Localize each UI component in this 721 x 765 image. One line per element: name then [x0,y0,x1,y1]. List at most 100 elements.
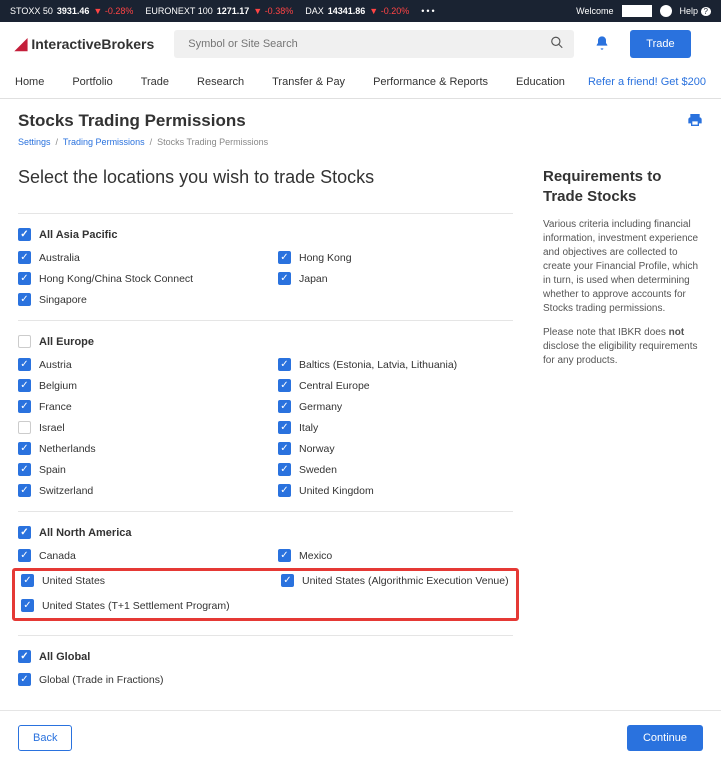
item-label: Austria [39,359,72,371]
checkbox[interactable] [278,484,291,497]
item-label: Italy [299,422,318,434]
nav-home[interactable]: Home [15,66,44,98]
list-item: Italy [278,421,513,434]
requirements-p1: Various criteria including financial inf… [543,218,703,316]
list-item: Netherlands [18,442,278,455]
checkbox-all-europe[interactable] [18,335,31,348]
back-button[interactable]: Back [18,725,72,751]
ticker-dax: DAX 14341.86 ▼ -0.20% [305,6,409,16]
checkbox[interactable] [18,673,31,686]
nav-research[interactable]: Research [197,66,244,98]
checkbox[interactable] [18,293,31,306]
checkbox[interactable] [278,549,291,562]
username-box [622,5,652,17]
refer-friend-link[interactable]: Refer a friend! Get $200 [588,76,706,88]
trade-button[interactable]: Trade [630,30,690,58]
list-item: Hong Kong/China Stock Connect [18,272,278,285]
list-item: Hong Kong [278,251,513,264]
nav-education[interactable]: Education [516,66,565,98]
item-label: Australia [39,252,80,264]
checkbox-all-asia[interactable] [18,228,31,241]
list-item: United States [21,574,281,587]
logo[interactable]: ◢ InteractiveBrokers [15,34,154,54]
search-icon[interactable] [550,36,564,53]
top-ticker-bar: STOXX 50 3931.46 ▼ -0.28% EURONEXT 100 1… [0,0,721,22]
item-label: Central Europe [299,380,370,392]
item-label: United States (T+1 Settlement Program) [42,600,230,612]
item-label: Spain [39,464,66,476]
region-global: All Global Global (Trade in Fractions) [18,636,513,700]
list-item: Global (Trade in Fractions) [18,673,513,686]
item-label: Belgium [39,380,77,392]
nav-portfolio[interactable]: Portfolio [72,66,112,98]
item-label: Hong Kong [299,252,352,264]
checkbox[interactable] [18,549,31,562]
search-input[interactable] [174,30,574,58]
item-label: United States [42,575,105,587]
list-item: Japan [278,272,513,285]
list-item: Spain [18,463,278,476]
checkbox[interactable] [21,599,34,612]
checkbox-all-na[interactable] [18,526,31,539]
nav-performance[interactable]: Performance & Reports [373,66,488,98]
list-item: Germany [278,400,513,413]
list-item: Australia [18,251,278,264]
welcome-label: Welcome [576,6,613,16]
main-header: ◢ InteractiveBrokers Trade [0,22,721,66]
list-item: Belgium [18,379,278,392]
item-label: France [39,401,72,413]
list-item: France [18,400,278,413]
checkbox[interactable] [18,358,31,371]
checkbox[interactable] [18,442,31,455]
list-item: Sweden [278,463,513,476]
checkbox[interactable] [18,400,31,413]
checkbox[interactable] [278,251,291,264]
item-label: Netherlands [39,443,96,455]
list-item: Baltics (Estonia, Latvia, Lithuania) [278,358,513,371]
checkbox[interactable] [278,358,291,371]
list-item: United States (T+1 Settlement Program) [21,599,281,612]
list-item: United Kingdom [278,484,513,497]
region-north-america: All North America CanadaMexico United St… [18,512,513,636]
item-label: Baltics (Estonia, Latvia, Lithuania) [299,359,457,371]
item-label: Norway [299,443,335,455]
continue-button[interactable]: Continue [627,725,703,751]
nav-trade[interactable]: Trade [141,66,169,98]
more-tickers-icon[interactable]: ••• [421,6,436,16]
checkbox[interactable] [21,574,34,587]
item-label: Canada [39,550,76,562]
checkbox[interactable] [278,463,291,476]
logo-icon: ◢ [15,34,27,54]
list-item: Singapore [18,293,278,306]
checkbox[interactable] [18,272,31,285]
breadcrumb-trading-permissions[interactable]: Trading Permissions [63,137,145,147]
checkbox[interactable] [281,574,294,587]
item-label: Israel [39,422,65,434]
checkbox[interactable] [18,484,31,497]
item-label: Mexico [299,550,332,562]
checkbox[interactable] [18,251,31,264]
checkbox[interactable] [18,421,31,434]
checkbox[interactable] [278,379,291,392]
checkbox[interactable] [18,463,31,476]
breadcrumb-settings[interactable]: Settings [18,137,51,147]
nav-transfer[interactable]: Transfer & Pay [272,66,345,98]
checkbox[interactable] [278,421,291,434]
print-icon[interactable] [687,112,703,131]
highlight-us-box: United StatesUnited States (Algorithmic … [12,568,519,621]
section-title: Select the locations you wish to trade S… [18,167,513,188]
checkbox[interactable] [18,379,31,392]
checkbox[interactable] [278,272,291,285]
user-icon[interactable] [660,5,672,17]
list-item: Israel [18,421,278,434]
checkbox-all-global[interactable] [18,650,31,663]
item-label: Switzerland [39,485,93,497]
breadcrumb-current: Stocks Trading Permissions [157,137,268,147]
footer-actions: Back Continue [0,710,721,765]
requirements-sidebar: Requirements to Trade Stocks Various cri… [543,167,703,700]
checkbox[interactable] [278,400,291,413]
checkbox[interactable] [278,442,291,455]
help-link[interactable]: Help ? [680,6,711,16]
bell-icon[interactable] [594,35,610,54]
item-label: Japan [299,273,328,285]
